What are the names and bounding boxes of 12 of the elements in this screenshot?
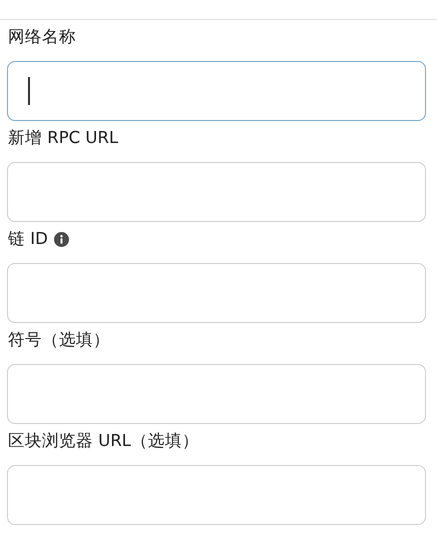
- input-field[interactable]: [7, 364, 426, 424]
- text-cursor: [28, 77, 30, 105]
- input-field[interactable]: [7, 465, 426, 525]
- field-label: 链 ID: [8, 228, 48, 250]
- field-label: 新增 RPC URL: [8, 127, 118, 149]
- input-field[interactable]: [7, 162, 426, 222]
- field-label: 网络名称: [8, 26, 76, 48]
- info-icon[interactable]: [54, 232, 69, 246]
- field-label: 符号（选填）: [8, 329, 110, 351]
- input-field[interactable]: [7, 263, 426, 323]
- field-label: 区块浏览器 URL（选填）: [8, 430, 199, 452]
- input-field[interactable]: [7, 61, 426, 121]
